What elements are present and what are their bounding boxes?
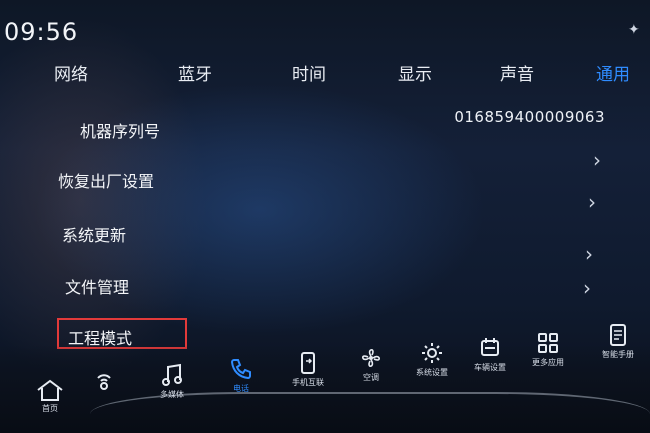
file-management-label: 文件管理: [65, 278, 130, 297]
dock-system-settings-label: 系统设置: [416, 368, 448, 377]
signal-icon: ✦: [628, 22, 640, 38]
factory-reset-row[interactable]: 恢复出厂设置 ›: [58, 148, 618, 198]
settings-tab-bar: 网络 蓝牙 时间 显示 声音 通用: [40, 60, 650, 90]
factory-reset-label: 恢复出厂设置: [58, 172, 155, 191]
dock-voice[interactable]: [78, 370, 130, 394]
dock-vehicle-settings-label: 车辆设置: [474, 363, 506, 372]
tab-bluetooth[interactable]: 蓝牙: [178, 60, 212, 85]
dock-media-label: 多媒体: [160, 390, 184, 399]
dock-ac-label: 空调: [363, 373, 379, 382]
tab-network[interactable]: 网络: [54, 60, 88, 85]
dock-phone[interactable]: 电话: [215, 356, 267, 394]
tab-general[interactable]: 通用: [596, 60, 630, 85]
dock-smart-manual-label: 智能手册: [602, 350, 634, 359]
dock-phone-label: 电话: [233, 384, 249, 393]
gear-icon: [422, 343, 442, 363]
dock-smart-manual[interactable]: 智能手册: [592, 322, 644, 360]
music-icon: [162, 363, 182, 386]
home-icon: [37, 379, 63, 401]
dock-more-apps-label: 更多应用: [532, 358, 564, 367]
voice-icon: [97, 374, 111, 390]
dock-vehicle-settings[interactable]: 车辆设置: [464, 335, 516, 373]
phone-link-icon: [301, 352, 315, 374]
dock-media[interactable]: 多媒体: [146, 362, 198, 400]
dock-phone-link-label: 手机互联: [292, 378, 324, 387]
car-settings-icon: [481, 338, 499, 356]
dock-home-label: 首页: [42, 404, 58, 413]
phone-icon: [230, 359, 251, 380]
system-update-row[interactable]: 系统更新 ›: [62, 190, 622, 252]
chevron-right-icon: ›: [585, 242, 593, 266]
dock-more-apps[interactable]: 更多应用: [522, 330, 574, 368]
fan-icon: [362, 349, 380, 367]
serial-number-label: 机器序列号: [80, 122, 161, 141]
dock-home[interactable]: 首页: [24, 378, 76, 414]
chevron-right-icon: ›: [588, 190, 596, 214]
system-update-label: 系统更新: [62, 226, 127, 245]
chevron-right-icon: ›: [593, 148, 601, 172]
manual-icon: [610, 324, 626, 346]
apps-icon: [538, 333, 558, 353]
serial-number-value: 016859400009063: [454, 108, 605, 126]
tab-time[interactable]: 时间: [292, 60, 326, 85]
tab-display[interactable]: 显示: [398, 60, 432, 85]
tab-sound[interactable]: 声音: [500, 60, 534, 85]
chevron-right-icon: ›: [583, 276, 591, 300]
status-time: 09:56: [4, 18, 79, 46]
dock-ac[interactable]: 空调: [345, 345, 397, 383]
dock-phone-link[interactable]: 手机互联: [282, 350, 334, 388]
dock-system-settings[interactable]: 系统设置: [406, 340, 458, 378]
file-management-row[interactable]: 文件管理 ›: [65, 242, 625, 304]
